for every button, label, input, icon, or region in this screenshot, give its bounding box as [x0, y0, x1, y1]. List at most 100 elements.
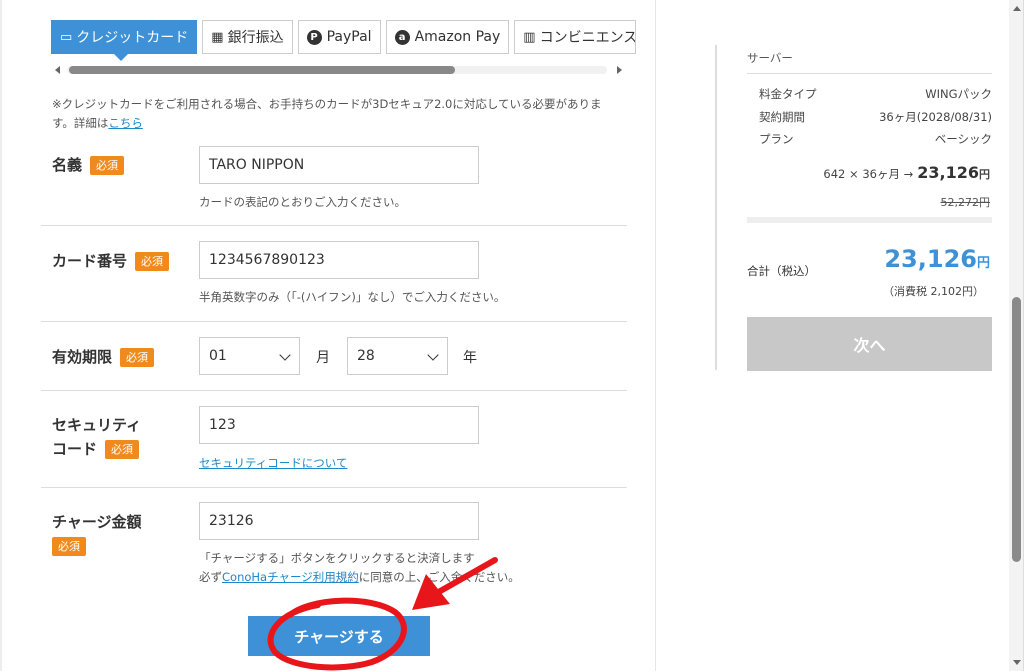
card-number-label: カード番号 必須: [52, 249, 170, 273]
tax-amount: （消費税 2,102円）: [883, 285, 984, 298]
month-unit: 月: [316, 350, 330, 366]
expiry-month-select[interactable]: 01: [199, 337, 300, 375]
security-code-info-link[interactable]: セキュリティコードについて: [199, 455, 347, 471]
expiry-label-text: 有効期限: [52, 348, 113, 366]
charge-button[interactable]: チャージする: [248, 616, 430, 656]
terms-prefix: 必ず: [199, 570, 222, 584]
scroll-down-icon[interactable]: [1013, 660, 1021, 665]
year-unit: 年: [463, 350, 477, 366]
price-calculation: 642 × 36ヶ月 → 23,126円: [823, 163, 990, 182]
security-code-label-line2: コード: [52, 440, 98, 458]
next-button[interactable]: 次へ: [747, 317, 992, 371]
required-badge: 必須: [52, 537, 86, 556]
expiry-month-value: 01: [209, 348, 227, 364]
row-divider: [41, 225, 627, 226]
summary-key: プラン: [759, 132, 794, 146]
security-code-label-line1: セキュリティ: [52, 416, 142, 434]
payment-form-panel: ▭ クレジットカード ▦ 銀行振込 P PayPal a Amazon Pay …: [0, 0, 656, 671]
total-yen: 円: [976, 256, 990, 271]
payment-method-tabs: ▭ クレジットカード ▦ 銀行振込 P PayPal a Amazon Pay …: [51, 20, 637, 61]
charge-amount-input[interactable]: 23126: [199, 502, 479, 540]
card-number-input[interactable]: 1234567890123: [199, 241, 479, 279]
paypal-icon: P: [306, 29, 322, 45]
tab-convenience-store[interactable]: ▥ コンビニエンス: [514, 20, 637, 54]
row-divider: [41, 321, 627, 322]
security-code-label: セキュリティ コード 必須: [52, 413, 141, 461]
total-label: 合計（税込）: [747, 264, 816, 278]
browser-viewport: ▭ クレジットカード ▦ 銀行振込 P PayPal a Amazon Pay …: [0, 0, 1024, 671]
name-label-text: 名義: [52, 156, 83, 174]
card-number-value: 1234567890123: [209, 252, 325, 268]
scroll-thumb[interactable]: [69, 66, 455, 74]
tab-label: 銀行振込: [227, 30, 284, 46]
tab-credit-card[interactable]: ▭ クレジットカード: [51, 20, 198, 61]
summary-bar: [747, 217, 992, 223]
tab-paypal[interactable]: P PayPal: [297, 20, 381, 54]
panel-edge: [0, 0, 2, 671]
required-badge-wrap: 必須: [52, 534, 142, 558]
calc-yen: 円: [979, 168, 990, 181]
summary-key: 料金タイプ: [759, 87, 817, 101]
summary-key: 契約期間: [759, 110, 805, 124]
vertical-scrollbar[interactable]: [1009, 0, 1023, 671]
card-number-help: 半角英数字のみ（「-(ハイフン)」なし）でご入力ください。: [199, 290, 506, 304]
charge-amount-value: 23126: [209, 513, 254, 529]
chevron-down-icon: [279, 349, 291, 361]
terms-suffix: に同意の上、ご入金ください。: [358, 570, 520, 584]
security-code-value: 123: [209, 417, 236, 433]
credit-card-icon: ▭: [60, 29, 73, 45]
original-price: 52,272円: [940, 196, 991, 209]
required-badge: 必須: [120, 348, 155, 367]
bank-icon: ▦: [211, 29, 224, 45]
tab-label: Amazon Pay: [414, 29, 501, 45]
required-badge: 必須: [90, 156, 125, 175]
summary-value: 36ヶ月(2028/08/31): [879, 110, 992, 124]
security-code-label-line2-wrap: コード 必須: [52, 437, 141, 461]
tabs-horizontal-scrollbar[interactable]: [55, 64, 622, 76]
row-divider: [41, 390, 627, 391]
charge-amount-label-text: チャージ金額: [52, 513, 142, 531]
name-label: 名義 必須: [52, 153, 125, 177]
chevron-down-icon: [427, 349, 439, 361]
amazon-icon: a: [394, 29, 410, 45]
cardholder-name-input[interactable]: TARO NIPPON: [199, 146, 479, 184]
terms-link[interactable]: ConoHaチャージ利用規約: [222, 570, 359, 584]
tab-label: クレジットカード: [76, 30, 189, 46]
tab-bank-transfer[interactable]: ▦ 銀行振込: [202, 20, 293, 54]
tab-label: コンビニエンス: [539, 30, 637, 46]
scroll-thumb[interactable]: [1012, 297, 1021, 562]
3d-secure-notice: ※クレジットカードをご利用される場合、お手持ちのカードが3Dセキュア2.0に対応…: [52, 95, 622, 133]
total-amount: 23,126円: [884, 245, 990, 273]
summary-row: プラン ベーシック: [759, 131, 992, 147]
summary-divider: [747, 73, 992, 74]
scroll-left-icon[interactable]: [55, 66, 60, 74]
calc-amount: 23,126: [917, 163, 979, 182]
charge-help-line1: 「チャージする」ボタンをクリックすると決済します: [199, 551, 475, 565]
row-divider: [41, 487, 627, 488]
scroll-up-icon[interactable]: [1013, 6, 1021, 11]
name-help: カードの表記のとおりご入力ください。: [199, 195, 406, 209]
scroll-right-icon[interactable]: [617, 66, 622, 74]
summary-row: 料金タイプ WINGパック: [759, 86, 992, 102]
store-icon: ▥: [523, 29, 536, 45]
tab-label: PayPal: [326, 29, 372, 45]
charge-help-line2: 必ずConoHaチャージ利用規約に同意の上、ご入金ください。: [199, 569, 520, 585]
security-code-input[interactable]: 123: [199, 406, 479, 444]
expiry-year-select[interactable]: 28: [347, 337, 448, 375]
notice-details-link[interactable]: こちら: [108, 116, 143, 130]
charge-amount-label: チャージ金額 必須: [52, 510, 142, 558]
cardholder-name-value: TARO NIPPON: [209, 157, 305, 173]
required-badge: 必須: [135, 252, 170, 271]
summary-value: WINGパック: [925, 87, 992, 101]
expiry-label: 有効期限 必須: [52, 345, 155, 369]
calc-prefix: 642 × 36ヶ月 →: [823, 167, 914, 181]
summary-row: 契約期間 36ヶ月(2028/08/31): [759, 109, 992, 125]
summary-value: ベーシック: [934, 132, 992, 146]
summary-heading: サーバー: [747, 51, 793, 65]
required-badge: 必須: [105, 440, 140, 459]
tab-amazon-pay[interactable]: a Amazon Pay: [385, 20, 510, 54]
order-summary: サーバー 料金タイプ WINGパック 契約期間 36ヶ月(2028/08/31)…: [715, 45, 992, 371]
card-number-label-text: カード番号: [52, 252, 128, 270]
total-amount-number: 23,126: [884, 245, 977, 273]
expiry-year-value: 28: [357, 348, 375, 364]
